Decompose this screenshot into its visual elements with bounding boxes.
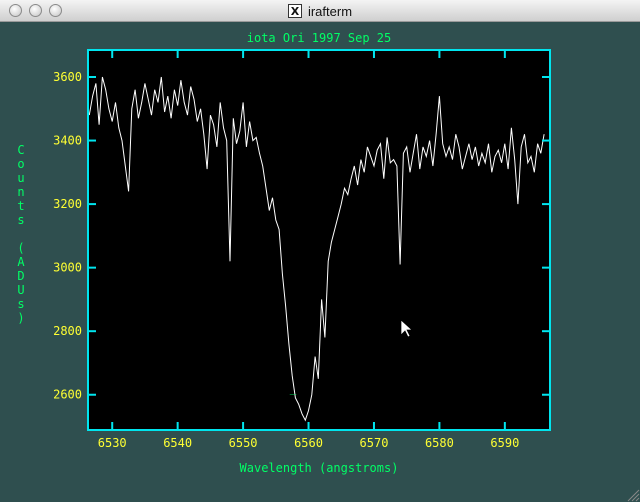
spectrum-plot: 6530 6540 6550 6560 6570 6580 6590 2600 2800 300…: [17, 31, 551, 475]
x11-icon: X: [287, 4, 302, 18]
y-tick-label: 3000: [53, 261, 82, 275]
window-titlebar[interactable]: X irafterm: [0, 0, 640, 22]
cursor-marker: _: [290, 382, 297, 395]
x-tick-label: 6580: [425, 436, 454, 450]
x-axis-label: Wavelength (angstroms): [240, 461, 399, 475]
graphics-terminal-canvas[interactable]: 6530 6540 6550 6560 6570 6580 6590 2600 2800 300…: [0, 22, 640, 502]
y-axis-label: Counts (A D Us): [17, 143, 25, 325]
x-tick-label: 6550: [229, 436, 258, 450]
x-tick-label: 6590: [490, 436, 519, 450]
x-tick-label: 6530: [98, 436, 127, 450]
y-tick-label: 3200: [53, 197, 82, 211]
resize-grip-icon[interactable]: [624, 486, 640, 502]
window-title-group: X irafterm: [0, 2, 640, 20]
y-tick-label: 3400: [53, 134, 82, 148]
y-tick-label: 3600: [53, 70, 82, 84]
x-tick-label: 6540: [163, 436, 192, 450]
y-tick-label: 2600: [53, 388, 82, 402]
x-tick-label: 6560: [294, 436, 323, 450]
window-title: irafterm: [307, 3, 353, 19]
x-tick-label: 6570: [360, 436, 389, 450]
chart-title: iota Ori 1997 Sep 25: [247, 31, 392, 45]
y-tick-label: 2800: [53, 324, 82, 338]
